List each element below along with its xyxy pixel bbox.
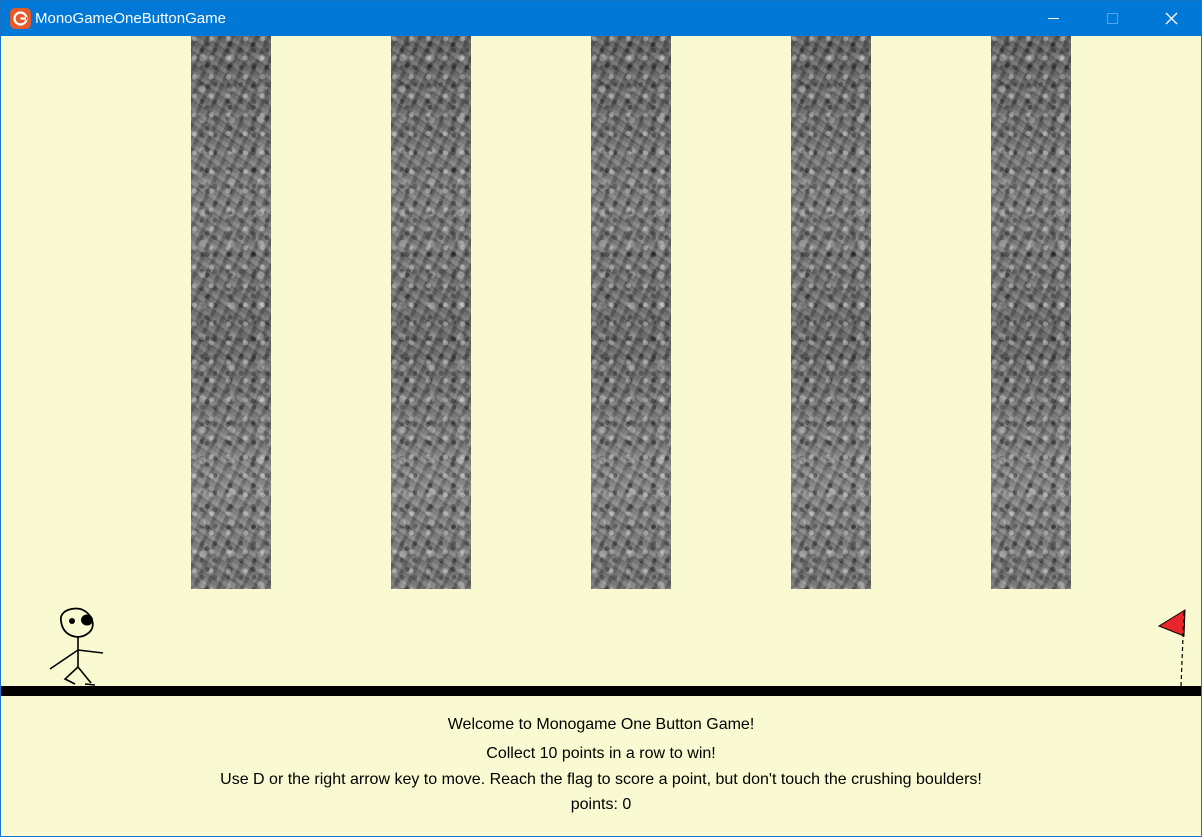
boulder-3 bbox=[591, 36, 671, 589]
close-icon bbox=[1165, 12, 1178, 25]
minimize-icon bbox=[1048, 18, 1059, 19]
goal-message: Collect 10 points in a row to win! bbox=[486, 745, 716, 762]
window-title: MonoGameOneButtonGame bbox=[35, 10, 226, 27]
monogame-logo-icon bbox=[10, 8, 31, 29]
game-window: MonoGameOneButtonGame Welcome to Monogam… bbox=[0, 0, 1202, 837]
points-label: points: bbox=[570, 796, 618, 813]
close-button[interactable] bbox=[1143, 1, 1201, 36]
boulder-4 bbox=[791, 36, 871, 589]
points-display: points: 0 bbox=[1, 796, 1201, 814]
controls-message: Use D or the right arrow key to move. Re… bbox=[220, 771, 982, 788]
welcome-message: Welcome to Monogame One Button Game! bbox=[447, 716, 755, 733]
maximize-icon bbox=[1107, 13, 1118, 24]
game-viewport[interactable]: Welcome to Monogame One Button Game! Col… bbox=[1, 36, 1201, 836]
goal-flag bbox=[1155, 606, 1191, 688]
stick-figure-player bbox=[45, 604, 109, 688]
boulder-5 bbox=[991, 36, 1071, 589]
minimize-button[interactable] bbox=[1024, 1, 1082, 36]
maximize-button[interactable] bbox=[1084, 1, 1142, 36]
points-value: 0 bbox=[622, 796, 632, 813]
boulder-2 bbox=[391, 36, 471, 589]
ground-line bbox=[1, 686, 1201, 696]
boulder-1 bbox=[191, 36, 271, 589]
title-bar[interactable]: MonoGameOneButtonGame bbox=[1, 1, 1201, 36]
